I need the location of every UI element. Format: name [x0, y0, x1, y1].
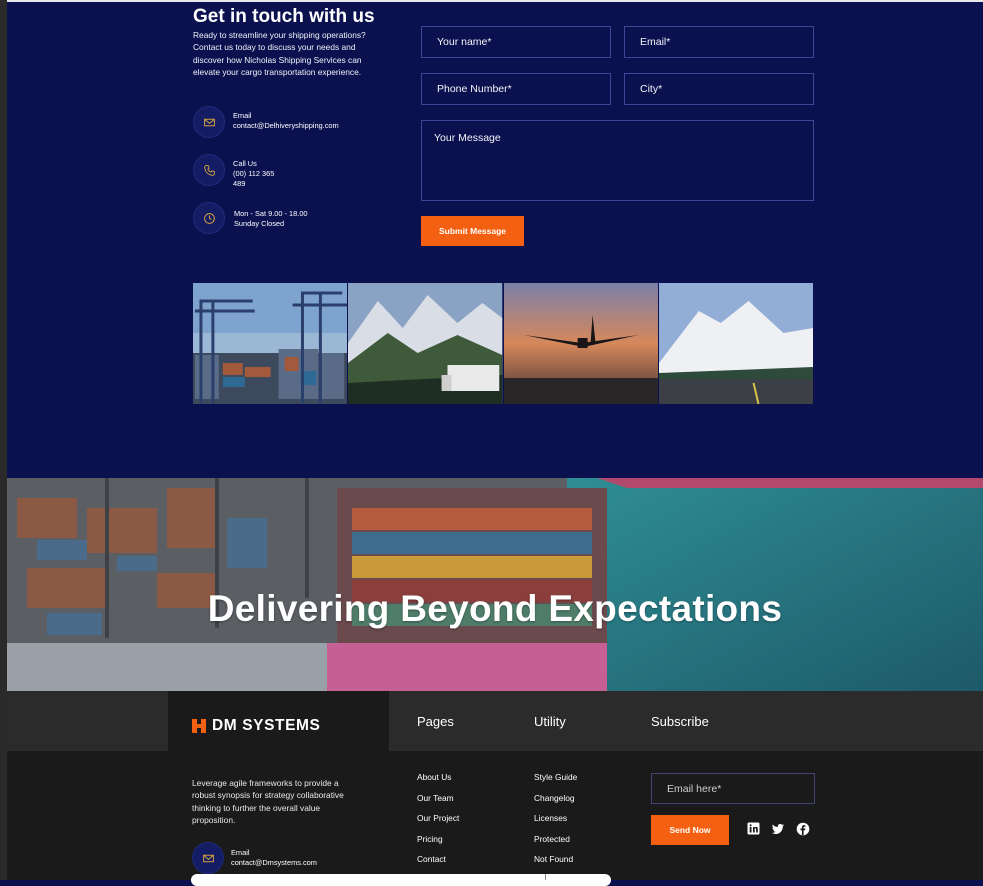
airplane-sunset-image: [503, 283, 659, 404]
hero-port-background: [7, 478, 983, 691]
email-label: Email: [233, 111, 252, 120]
footer-email-label: Email: [231, 848, 250, 857]
utility-heading: Utility: [534, 714, 566, 729]
window-edge: [0, 0, 7, 880]
contact-description: Ready to streamline your shipping operat…: [193, 30, 366, 77]
twitter-icon[interactable]: [771, 822, 785, 836]
contact-email-info: Email contact@Delhiveryshipping.com: [193, 106, 383, 140]
site-footer: DM SYSTEMS Pages Utility Subscribe Lever…: [7, 691, 983, 880]
mail-icon: [193, 106, 225, 138]
email-input[interactable]: Email*: [624, 26, 814, 58]
footer-header-band: [7, 691, 983, 751]
email-value[interactable]: contact@Delhiveryshipping.com: [233, 121, 339, 131]
footer-link-pricing[interactable]: Pricing: [417, 834, 459, 855]
footer-link-contact[interactable]: Contact: [417, 854, 459, 875]
utility-links: Style Guide Changelog Licenses Protected…: [534, 772, 577, 875]
port-cranes-image: [193, 283, 349, 404]
send-now-button[interactable]: Send Now: [651, 815, 729, 845]
hours-sunday: Sunday Closed: [234, 219, 285, 228]
phone-label: Call Us: [233, 159, 257, 168]
image-gallery: [193, 283, 814, 404]
phone-value-1[interactable]: (00) 112 365: [233, 169, 274, 179]
hero-banner: Delivering Beyond Expectations: [7, 478, 983, 691]
contact-section: Get in touch with us Ready to streamline…: [7, 2, 983, 478]
facebook-icon[interactable]: [796, 822, 810, 836]
footer-description: Leverage agile frameworks to provide a r…: [192, 778, 344, 825]
footer-link-not-found[interactable]: Not Found: [534, 854, 577, 875]
bottom-overlay-divider: [545, 874, 546, 880]
pages-heading: Pages: [417, 714, 454, 729]
snowy-mountain-road-image: [658, 283, 814, 404]
phone-icon: [193, 154, 225, 186]
submit-message-button[interactable]: Submit Message: [421, 216, 524, 246]
hours-weekdays: Mon - Sat 9.00 - 18.00: [234, 209, 308, 218]
footer-link-project[interactable]: Our Project: [417, 813, 459, 834]
logo-text: DM SYSTEMS: [212, 717, 321, 734]
pages-links: About Us Our Team Our Project Pricing Co…: [417, 772, 459, 875]
mountain-truck-image: [348, 283, 504, 404]
subscribe-email-input[interactable]: Email here*: [651, 773, 815, 804]
logo-mark-icon: [192, 719, 206, 733]
footer-link-licenses[interactable]: Licenses: [534, 813, 577, 834]
name-input[interactable]: Your name*: [421, 26, 611, 58]
phone-input[interactable]: Phone Number*: [421, 73, 611, 105]
clock-icon: [193, 202, 225, 234]
brand-logo[interactable]: DM SYSTEMS: [192, 717, 320, 735]
footer-link-style-guide[interactable]: Style Guide: [534, 772, 577, 793]
phone-value-2[interactable]: 489: [233, 179, 274, 189]
bottom-overlay-bar: [191, 874, 611, 886]
footer-link-team[interactable]: Our Team: [417, 793, 459, 814]
contact-phone-info: Call Us (00) 112 365 489: [193, 154, 383, 188]
footer-link-about[interactable]: About Us: [417, 772, 459, 793]
city-input[interactable]: City*: [624, 73, 814, 105]
linkedin-icon[interactable]: [747, 822, 761, 836]
mail-icon: [192, 842, 224, 874]
footer-link-changelog[interactable]: Changelog: [534, 793, 577, 814]
contact-title: Get in touch with us: [193, 6, 375, 27]
message-textarea[interactable]: Your Message: [421, 120, 814, 201]
footer-email-value[interactable]: contact@Dmsystems.com: [231, 858, 317, 868]
subscribe-heading: Subscribe: [651, 714, 709, 729]
hero-title: Delivering Beyond Expectations: [207, 588, 783, 629]
footer-link-protected[interactable]: Protected: [534, 834, 577, 855]
contact-hours-info: Mon - Sat 9.00 - 18.00 Sunday Closed: [193, 202, 383, 236]
